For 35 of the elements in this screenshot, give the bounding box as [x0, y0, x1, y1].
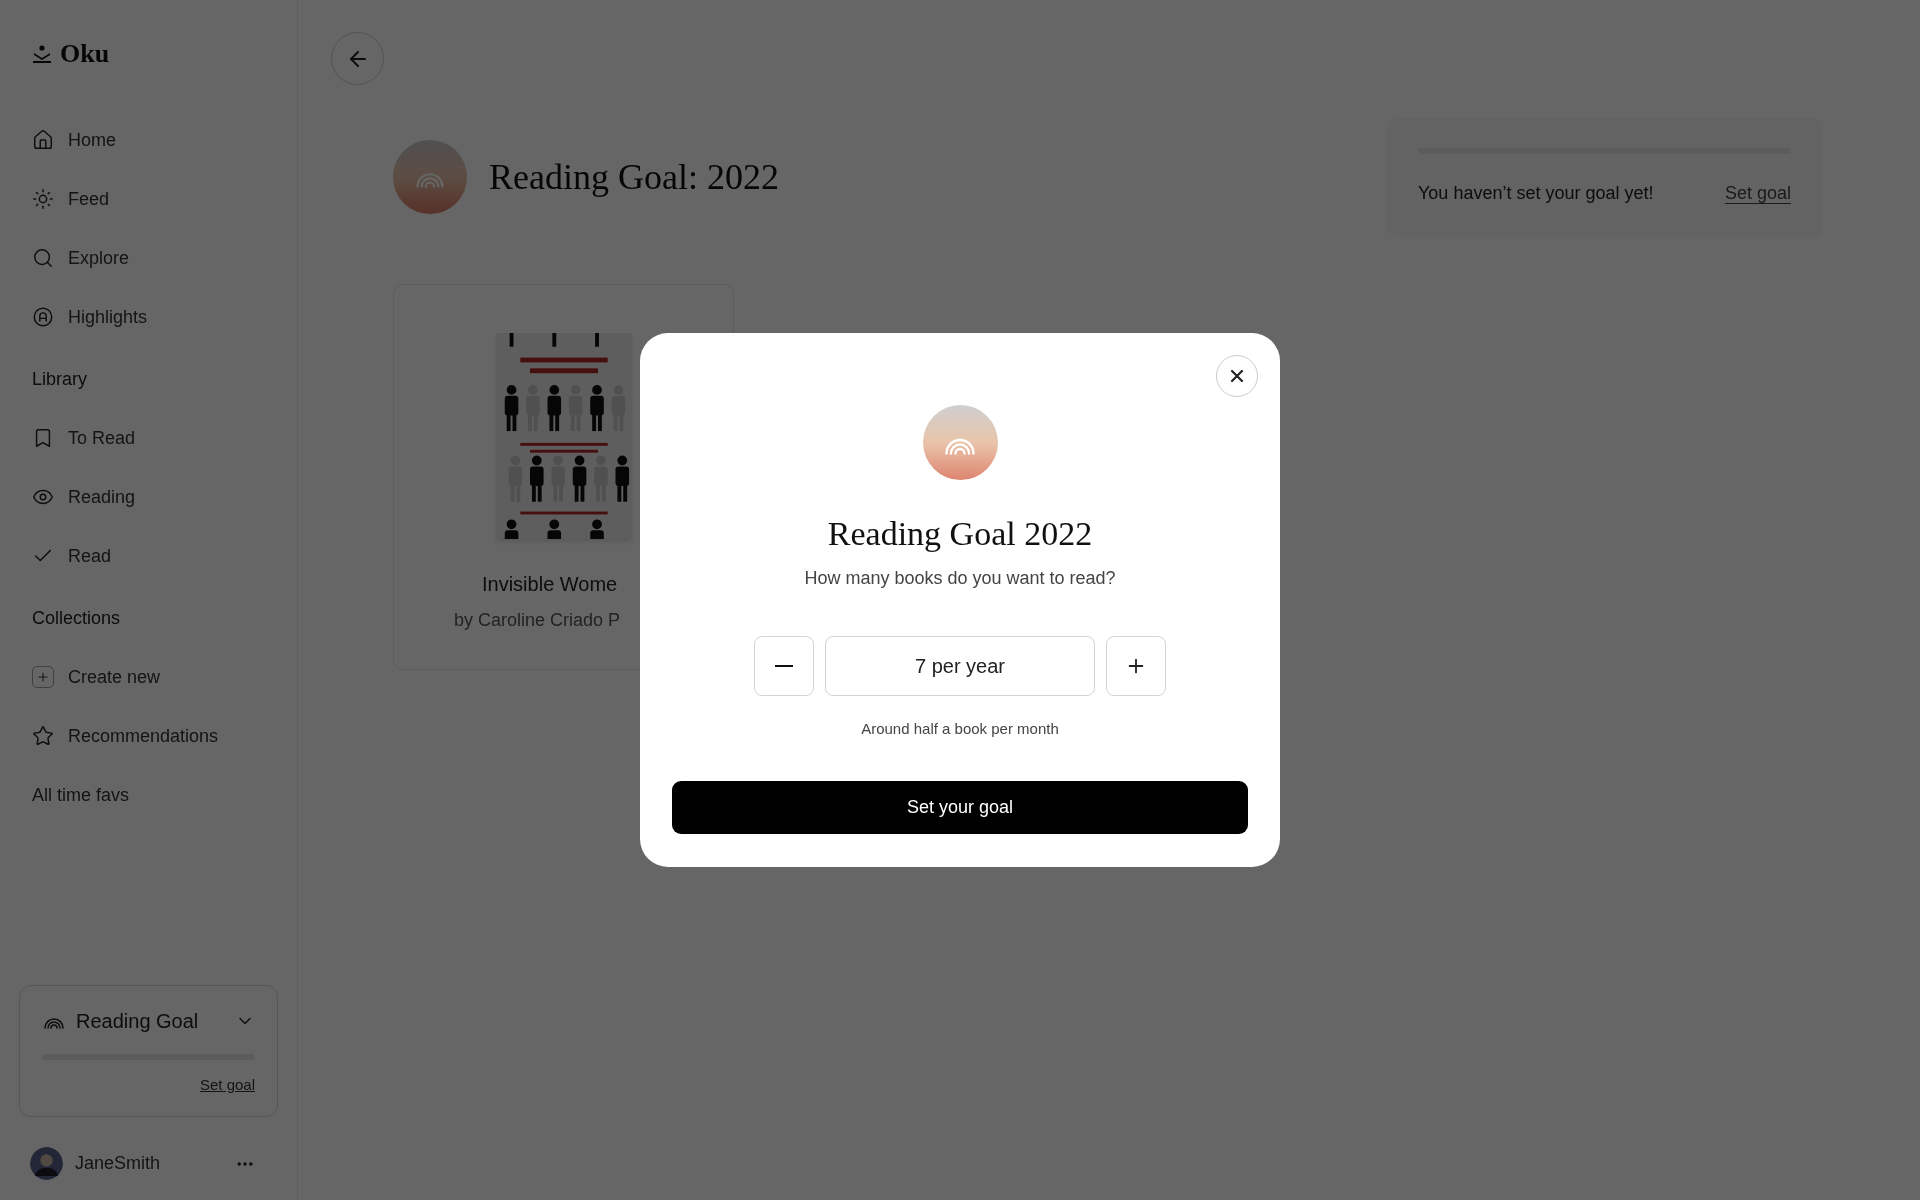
search-icon: [32, 247, 54, 269]
sidebar-item[interactable]: Feed: [32, 179, 265, 219]
logo-icon: [32, 43, 52, 64]
sidebar-item[interactable]: Explore: [32, 238, 265, 278]
set-goal-link[interactable]: Set goal: [199, 1073, 255, 1096]
app-logo[interactable]: Oku: [60, 34, 110, 73]
user-name: JaneSmith: [75, 1152, 162, 1175]
set-goal-link[interactable]: Set goal: [1724, 180, 1791, 207]
book-author: by Caroline Criado P: [453, 609, 622, 632]
book-title: Invisible Wome: [481, 572, 619, 597]
star-icon: [32, 725, 54, 747]
sidebar-item[interactable]: Read: [32, 536, 265, 576]
section-heading: Collections: [32, 607, 122, 630]
goal-message: You haven’t set your goal yet!: [1418, 182, 1654, 205]
page-title: Reading Goal: 2022: [489, 156, 779, 199]
sidebar-item[interactable]: To Read: [32, 418, 265, 458]
set-goal-button[interactable]: Set your goal: [672, 780, 1248, 834]
section-heading: Library: [32, 368, 89, 391]
sidebar-item[interactable]: Recommendations: [32, 716, 265, 756]
widget-title: Reading Goal: [76, 1008, 200, 1034]
user-avatar[interactable]: [30, 1147, 63, 1180]
sidebar-item[interactable]: Create new: [32, 657, 265, 697]
sun-icon: [32, 188, 54, 210]
dialog-title: Reading Goal 2022: [827, 514, 1093, 554]
sidebar-item[interactable]: Highlights: [32, 297, 265, 337]
dialog-question: How many books do you want to read?: [804, 567, 1116, 590]
highlight-icon: [32, 306, 54, 328]
sidebar-item[interactable]: Reading: [32, 477, 265, 517]
goal-input[interactable]: 7 per year: [825, 636, 1095, 696]
goal-hint: Around half a book per month: [861, 719, 1059, 739]
sidebar-item[interactable]: All time favs: [32, 775, 265, 815]
plus-icon: [32, 666, 54, 688]
home-icon: [32, 129, 54, 151]
minus-icon: [775, 665, 793, 667]
sidebar-item[interactable]: Home: [32, 120, 265, 160]
